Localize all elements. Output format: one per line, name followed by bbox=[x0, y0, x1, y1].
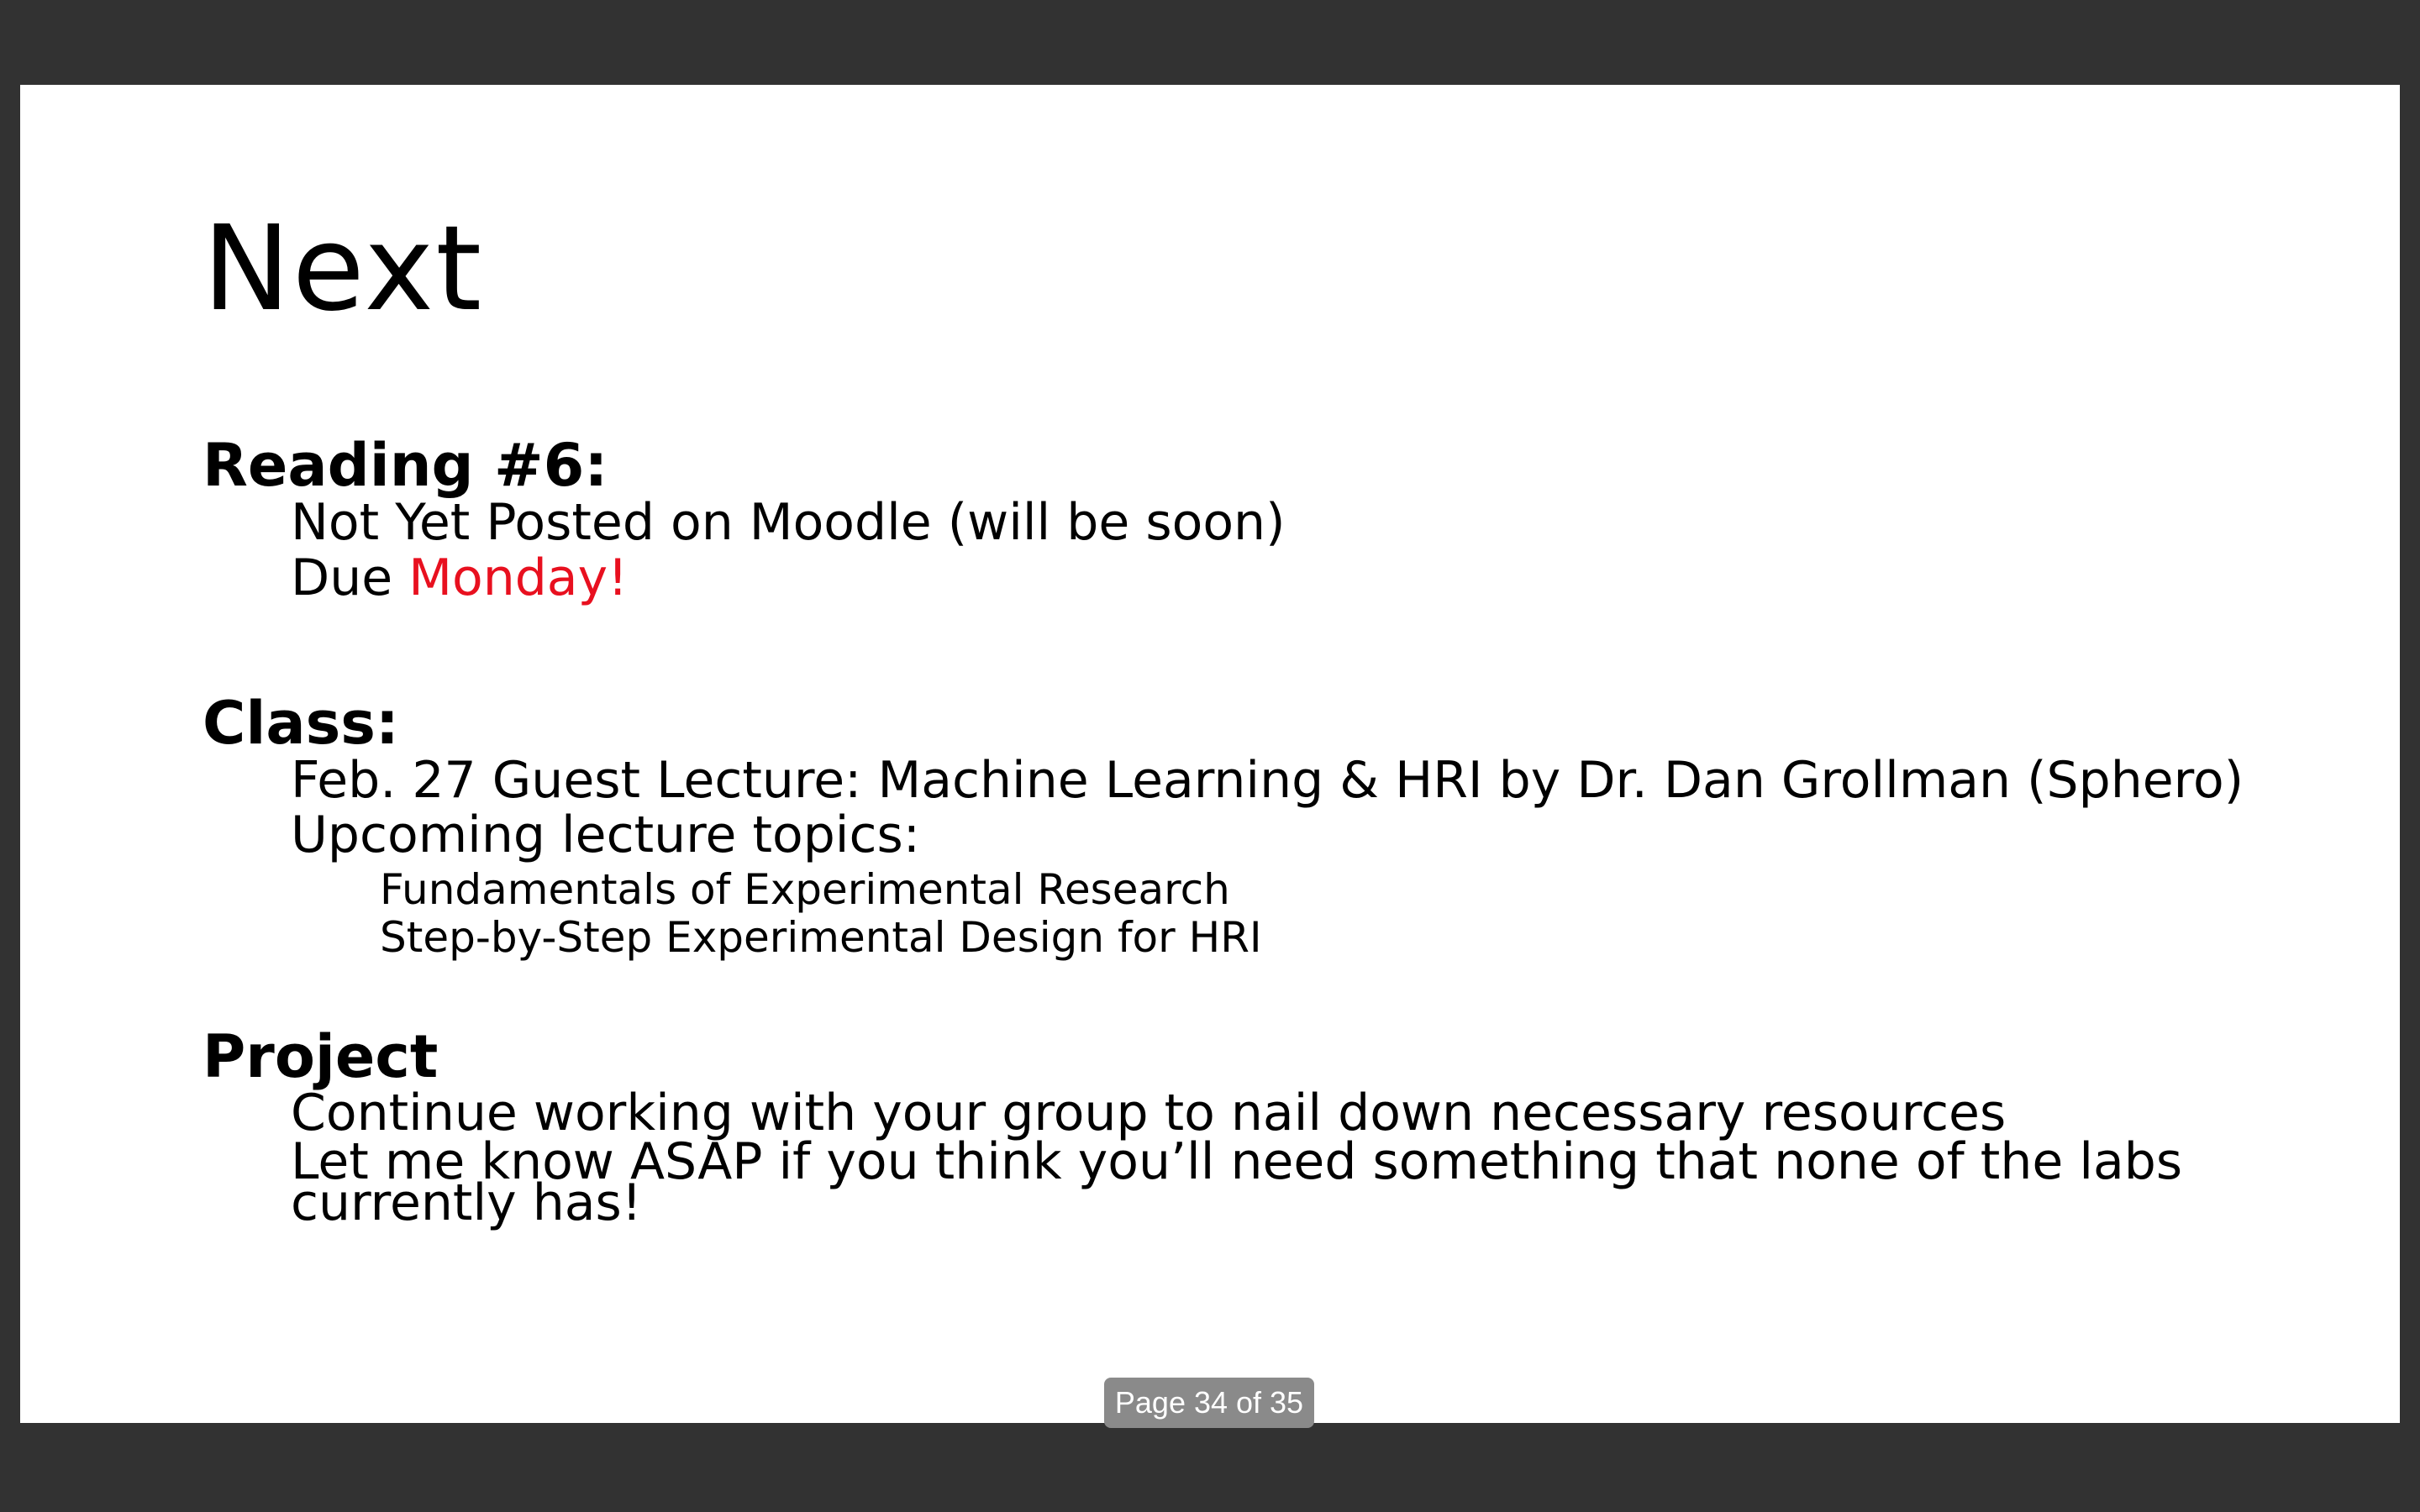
reading-heading: Reading #6: bbox=[203, 431, 608, 500]
class-topic-item: Fundamentals of Experimental Research bbox=[380, 865, 1230, 914]
class-upcoming-topics-label: Upcoming lecture topics: bbox=[291, 806, 920, 864]
slide-title: Next bbox=[203, 201, 484, 338]
project-heading: Project bbox=[203, 1022, 439, 1091]
project-line-2: Let me know ASAP if you think you’ll nee… bbox=[291, 1132, 2183, 1233]
pdf-viewer: Next Reading #6: Not Yet Posted on Moodl… bbox=[0, 0, 2420, 1512]
slide-page: Next Reading #6: Not Yet Posted on Moodl… bbox=[20, 85, 2400, 1423]
reading-status-text: Not Yet Posted on Moodle (will be soon) bbox=[291, 493, 1286, 552]
reading-due-day: Monday! bbox=[408, 549, 629, 607]
class-heading: Class: bbox=[203, 689, 399, 758]
reading-due-line: Due Monday! bbox=[291, 552, 628, 605]
reading-due-prefix: Due bbox=[291, 549, 409, 607]
class-topic-item: Step-by-Step Experimental Design for HRI bbox=[380, 913, 1262, 962]
page-indicator: Page 34 of 35 bbox=[1104, 1378, 1314, 1428]
class-guest-lecture-text: Feb. 27 Guest Lecture: Machine Learning … bbox=[291, 751, 2244, 810]
